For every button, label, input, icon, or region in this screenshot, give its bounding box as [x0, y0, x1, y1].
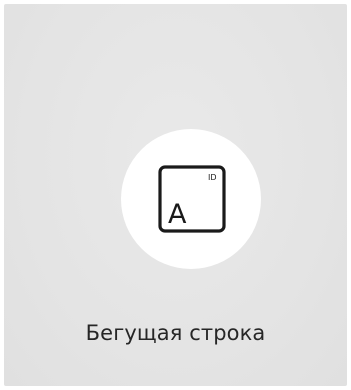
ticker-id-icon: ID A [155, 163, 227, 235]
icon-badge-text: ID [208, 173, 217, 182]
icon-circle: ID A [121, 129, 261, 269]
tile-label: Бегущая строка [85, 321, 266, 345]
icon-main-letter: A [168, 199, 187, 230]
